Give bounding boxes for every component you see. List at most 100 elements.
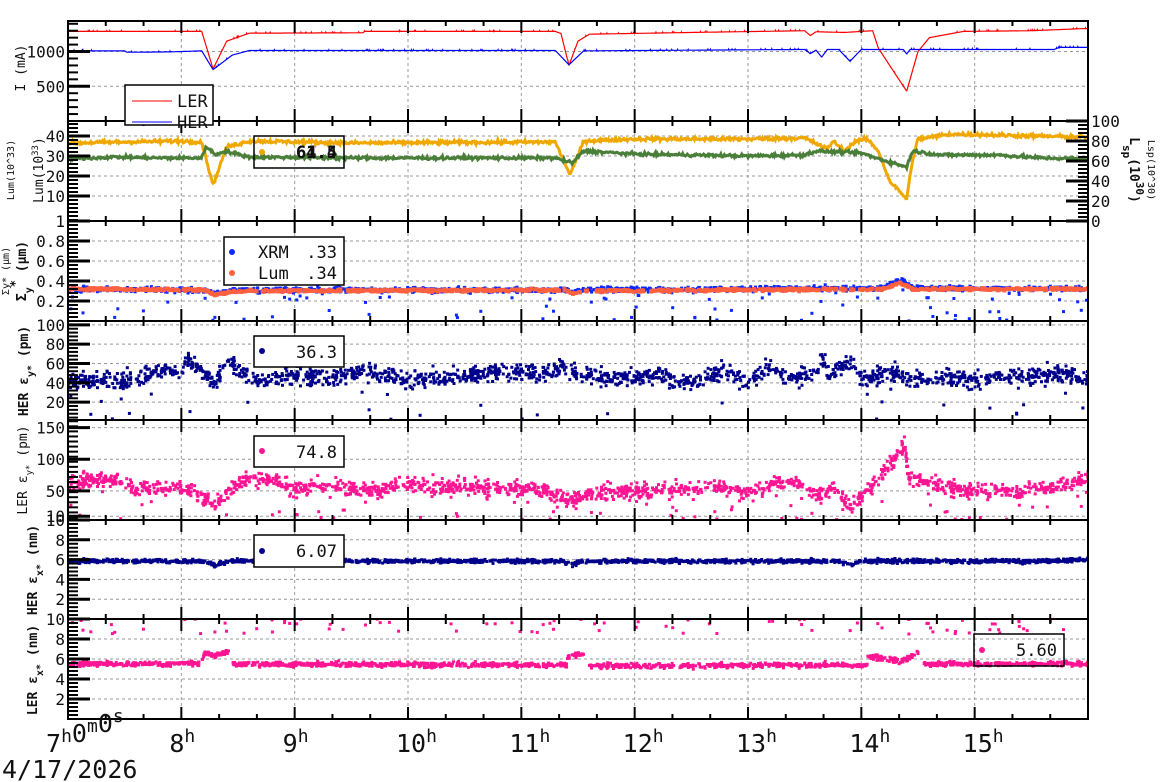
data-point	[446, 372, 449, 376]
data-point	[429, 380, 433, 384]
data-point	[451, 372, 455, 376]
data-point	[1082, 371, 1086, 375]
data-point	[901, 288, 905, 292]
data-point	[800, 365, 803, 369]
data-point	[483, 367, 487, 371]
data-point	[896, 365, 899, 369]
data-point	[327, 288, 332, 293]
data-point	[88, 375, 92, 379]
data-point	[652, 376, 656, 380]
data-point	[279, 379, 283, 382]
data-point	[976, 485, 980, 489]
data-point	[600, 376, 604, 380]
data-point	[703, 480, 707, 484]
data-point	[395, 374, 399, 378]
data-point	[661, 369, 665, 373]
data-point	[125, 381, 128, 385]
data-point	[602, 296, 606, 300]
data-point	[506, 289, 511, 294]
data-point	[137, 374, 141, 378]
data-point	[267, 375, 270, 379]
data-point	[940, 371, 944, 374]
data-point	[767, 292, 771, 296]
data-point	[774, 494, 778, 498]
data-point	[783, 370, 787, 374]
data-point	[555, 505, 559, 509]
data-point	[452, 382, 456, 385]
data-point	[564, 365, 568, 369]
data-point	[104, 380, 108, 384]
data-point	[411, 387, 415, 391]
data-point	[108, 372, 111, 375]
data-point	[527, 376, 531, 380]
data-point	[548, 297, 552, 301]
data-point	[1020, 373, 1024, 376]
data-point	[787, 286, 792, 291]
data-point	[965, 495, 969, 498]
data-point	[573, 361, 576, 365]
data-point	[728, 363, 732, 367]
data-point	[501, 372, 505, 376]
series-line-ler	[68, 26, 1088, 92]
data-point	[81, 369, 85, 373]
data-point	[676, 380, 680, 384]
data-point	[172, 372, 176, 376]
data-point	[784, 381, 788, 385]
data-point	[521, 369, 525, 373]
data-point	[257, 471, 261, 475]
data-point	[125, 374, 129, 378]
data-point	[956, 381, 960, 385]
data-point	[552, 309, 555, 313]
data-point	[154, 287, 159, 292]
data-point	[89, 412, 93, 416]
beam-monitor-chart: 5001000102030400204060801000.20.40.60.81…	[1, 20, 1156, 782]
data-point	[783, 287, 788, 292]
data-point	[164, 480, 168, 484]
data-point	[925, 296, 929, 300]
data-point	[113, 315, 117, 319]
data-point	[641, 379, 645, 383]
data-point	[304, 373, 308, 377]
data-point	[454, 512, 458, 516]
data-point	[302, 378, 306, 382]
data-point	[841, 303, 845, 307]
data-point	[413, 369, 417, 373]
data-point	[432, 381, 436, 385]
data-point	[943, 372, 947, 376]
panel-luminosity-data	[68, 129, 1088, 201]
data-point	[847, 367, 851, 371]
data-point	[996, 371, 999, 375]
data-point	[308, 367, 312, 371]
data-point	[355, 366, 359, 369]
data-point	[800, 376, 804, 380]
data-point	[492, 482, 496, 486]
data-point	[718, 479, 722, 483]
data-point	[637, 294, 641, 297]
data-point	[667, 386, 671, 390]
data-point	[1045, 360, 1049, 364]
data-point	[971, 376, 975, 380]
data-point	[612, 375, 616, 379]
data-point	[96, 386, 99, 390]
data-point	[810, 378, 814, 382]
data-point	[103, 287, 108, 292]
data-point	[752, 379, 756, 383]
data-point	[317, 378, 321, 382]
data-point	[946, 381, 950, 385]
data-point	[186, 351, 190, 355]
data-point	[232, 363, 236, 367]
panel-ler_ey-data	[68, 435, 1088, 520]
data-point	[756, 374, 760, 378]
data-point	[422, 479, 426, 483]
data-point	[769, 359, 773, 363]
data-point	[979, 287, 984, 292]
data-point	[201, 287, 206, 292]
data-point	[476, 369, 480, 372]
data-point	[320, 369, 324, 373]
data-point	[921, 379, 924, 383]
data-point	[387, 367, 391, 371]
data-point	[625, 289, 630, 294]
data-point	[697, 287, 701, 292]
data-point	[589, 367, 593, 371]
data-point	[660, 289, 665, 294]
